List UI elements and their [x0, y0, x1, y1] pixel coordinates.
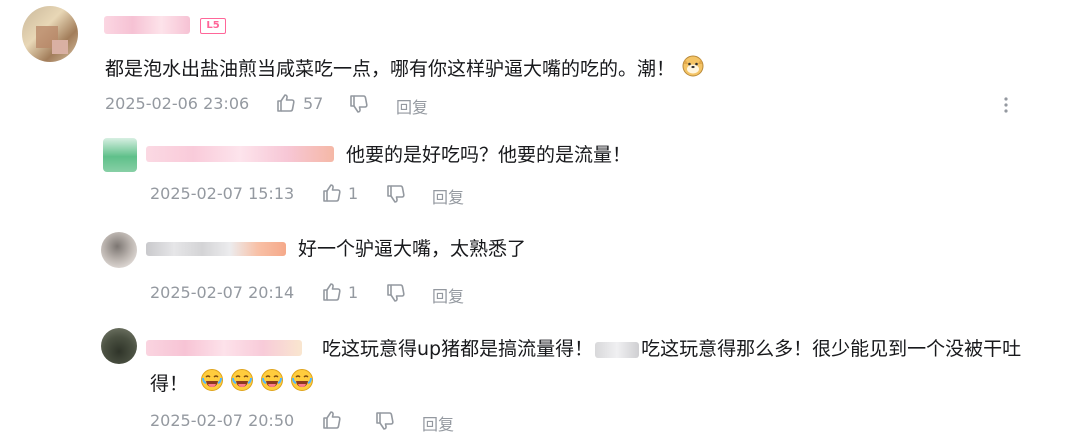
avatar-reply-1[interactable]: [103, 138, 137, 172]
thumbs-down-icon[interactable]: [375, 411, 395, 435]
level-badge: L5: [200, 18, 226, 34]
laughing-emoji-icon: [260, 368, 284, 401]
like-count: 57: [303, 94, 324, 113]
thumbs-down-icon[interactable]: [386, 283, 406, 307]
thumbs-down-icon[interactable]: [386, 184, 406, 208]
doge-emoji-icon: [681, 53, 705, 86]
reply-button[interactable]: 回复: [432, 184, 464, 208]
thumbs-up-icon[interactable]: [322, 410, 342, 434]
comment-date: 2025-02-07 15:13: [150, 184, 295, 203]
avatar-main[interactable]: [22, 6, 78, 62]
comment-text-part: 吃这玩意得up猪都是搞流量得！: [322, 338, 594, 360]
mention-blurred[interactable]: [595, 341, 640, 358]
like-count: 1: [348, 184, 359, 203]
comment-text-part: 得！: [150, 373, 189, 395]
avatar-reply-3[interactable]: [101, 328, 137, 364]
username-blurred[interactable]: [146, 146, 334, 162]
thumbs-up-icon[interactable]: [322, 183, 342, 207]
more-vertical-icon[interactable]: [1000, 95, 1012, 119]
comment-text-line2: 得！: [150, 368, 314, 401]
comment-text: 都是泡水出盐油煎当咸菜吃一点，哪有你这样驴逼大嘴的吃的。潮！: [105, 53, 705, 86]
comment-text-part: 吃这玩意得那么多！很少能见到一个没被干吐: [641, 338, 1022, 360]
comment-text: 他要的是好吃吗？他要的是流量！: [346, 144, 632, 166]
username-blurred[interactable]: [146, 340, 302, 356]
laughing-emoji-icon: [230, 368, 254, 401]
thumbs-down-icon[interactable]: [349, 94, 369, 118]
username-blurred[interactable]: [146, 242, 286, 256]
laughing-emoji-icon: [290, 368, 314, 401]
like-count: 1: [348, 283, 359, 302]
comment-text-content: 都是泡水出盐油煎当咸菜吃一点，哪有你这样驴逼大嘴的吃的。潮！: [105, 58, 676, 80]
comment-text: 吃这玩意得up猪都是搞流量得！ 吃这玩意得那么多！很少能见到一个没被干吐: [322, 334, 1021, 364]
avatar-reply-2[interactable]: [101, 232, 137, 268]
reply-button[interactable]: 回复: [432, 283, 464, 307]
comment-date: 2025-02-06 23:06: [105, 94, 250, 113]
laughing-emoji-icon: [200, 368, 224, 401]
comment-date: 2025-02-07 20:50: [150, 411, 295, 430]
comment-text: 好一个驴逼大嘴，太熟悉了: [298, 238, 527, 260]
thumbs-up-icon[interactable]: [276, 93, 296, 117]
thumbs-up-icon[interactable]: [322, 282, 342, 306]
comment-date: 2025-02-07 20:14: [150, 283, 295, 302]
reply-button[interactable]: 回复: [396, 94, 428, 118]
username-blurred[interactable]: [104, 16, 190, 34]
reply-button[interactable]: 回复: [422, 411, 454, 435]
